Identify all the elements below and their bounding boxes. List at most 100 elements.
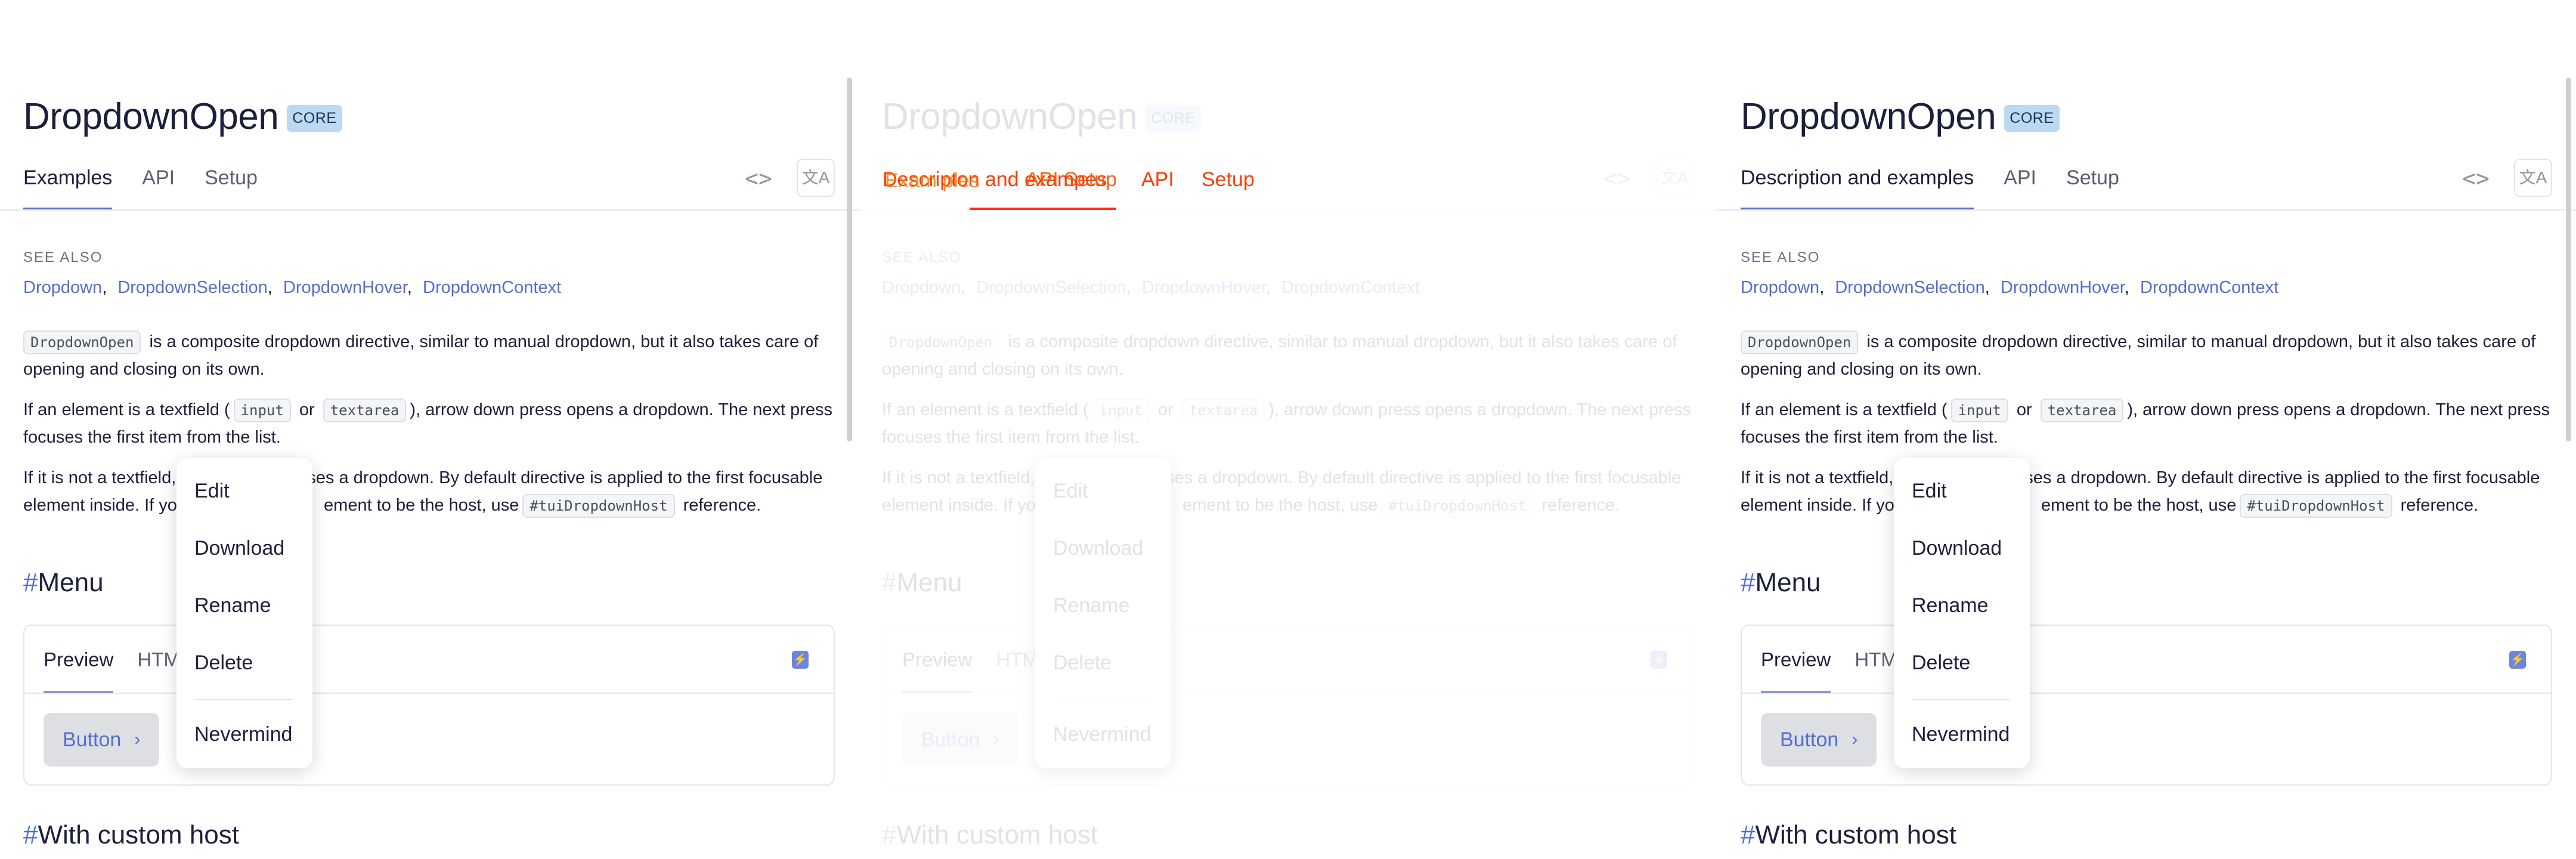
overlay-tab-text: API Setup (1026, 168, 1117, 191)
link-dropdown-context[interactable]: DropdownContext (2140, 278, 2278, 297)
section-heading-menu[interactable]: #Menu (23, 568, 104, 598)
tab-setup[interactable]: Setup (2066, 161, 2119, 210)
menu-item-edit[interactable]: Edit (1053, 480, 1088, 503)
menu-item-nevermind[interactable]: Nevermind (194, 723, 292, 746)
section-heading-custom-host[interactable]: #With custom host (23, 820, 239, 850)
tab-html[interactable]: HTM (137, 626, 179, 694)
dropdown-trigger-button[interactable]: Button › (902, 713, 1018, 767)
link-dropdown[interactable]: Dropdown (882, 278, 961, 297)
code-chip: DropdownOpen (882, 330, 1000, 354)
overlay-tab-text: Exam ples (885, 169, 980, 192)
link-dropdown-context[interactable]: DropdownContext (1281, 278, 1420, 297)
tab-api[interactable]: API (1141, 168, 1174, 191)
link-dropdown[interactable]: Dropdown (23, 278, 102, 297)
code-chip: input (1950, 398, 2008, 422)
panel-left: DropdownOpen CORE Examples API Setup <> … (0, 0, 859, 859)
link-dropdown-context[interactable]: DropdownContext (423, 278, 561, 297)
dropdown-trigger-button[interactable]: Button › (1761, 713, 1877, 767)
see-also-links: Dropdown, DropdownSelection, DropdownHov… (23, 278, 562, 297)
tab-html[interactable]: HTM (1854, 626, 1897, 694)
section-heading-custom-host[interactable]: #With custom host (1741, 820, 1956, 850)
see-also-links: Dropdown, DropdownSelection, DropdownHov… (1741, 278, 2279, 297)
chevron-right-icon: › (1852, 730, 1858, 749)
section-heading-menu[interactable]: #Menu (1741, 568, 1821, 598)
page-header: DropdownOpen CORE (23, 95, 342, 138)
description-paragraph-1: DropdownOpen is a composite dropdown dir… (23, 328, 840, 383)
menu-item-delete[interactable]: Delete (1053, 651, 1111, 675)
link-dropdown-selection[interactable]: DropdownSelection (976, 278, 1126, 297)
link-dropdown-selection[interactable]: DropdownSelection (1835, 278, 1984, 297)
stackblitz-icon[interactable]: ⚡ (2509, 651, 2526, 669)
demo-divider (24, 693, 834, 694)
tab-html[interactable]: HTM (996, 626, 1038, 694)
page-title: DropdownOpen (23, 96, 279, 137)
section-heading-menu[interactable]: #Menu (882, 568, 962, 598)
tab-examples[interactable]: Examples (23, 161, 113, 210)
scrollbar[interactable] (2566, 78, 2571, 441)
demo-card: Preview HTM ⚡ Button › (882, 625, 1693, 786)
panel-middle: DropdownOpen CORE <> 文A SEE ALSO Dropdow… (859, 0, 1717, 859)
section-heading-custom-host[interactable]: #With custom host (882, 820, 1098, 850)
demo-divider (883, 693, 1692, 694)
tab-description-and-examples[interactable]: Description and examples (1741, 161, 1974, 210)
page-header: DropdownOpen CORE (882, 95, 1201, 138)
description-paragraph-2: If an element is a textfield (input or t… (1741, 396, 2558, 451)
translate-icon[interactable]: 文A (2514, 159, 2552, 197)
menu-separator (1053, 699, 1151, 700)
translate-icon[interactable]: 文A (797, 159, 835, 197)
menu-item-nevermind[interactable]: Nevermind (1912, 723, 2010, 746)
description-paragraph-1: DropdownOpen is a composite dropdown dir… (882, 328, 1699, 383)
menu-item-delete[interactable]: Delete (1912, 651, 1970, 675)
dropdown-menu: Edit Download Rename Delete Nevermind (177, 458, 312, 768)
menu-separator (194, 699, 292, 700)
code-chip: #tuiDropdownHost (1381, 494, 1534, 518)
tab-preview[interactable]: Preview (1761, 626, 1831, 694)
dropdown-trigger-button[interactable]: Button › (44, 713, 160, 767)
page-title: DropdownOpen (1741, 96, 1996, 137)
stackblitz-icon[interactable]: ⚡ (1651, 651, 1667, 669)
code-icon[interactable]: <> (2459, 165, 2493, 192)
active-tab-underline (970, 208, 1116, 210)
scrollbar[interactable] (847, 78, 852, 441)
demo-card: Preview HTM t ⚡ Button › (1741, 625, 2552, 786)
see-also-links: Dropdown, DropdownSelection, DropdownHov… (882, 278, 1420, 297)
menu-item-edit[interactable]: Edit (194, 480, 230, 503)
menu-item-rename[interactable]: Rename (1912, 594, 1989, 617)
code-chip: #tuiDropdownHost (2240, 494, 2392, 518)
menu-separator (1912, 699, 2010, 700)
demo-card: Preview HTM t ⚡ Button › (23, 625, 835, 786)
chevron-right-icon: › (134, 730, 141, 749)
see-also-label: SEE ALSO (23, 249, 103, 265)
menu-item-download[interactable]: Download (1053, 537, 1143, 560)
tabs-divider (1717, 209, 2576, 211)
menu-item-download[interactable]: Download (194, 537, 284, 560)
menu-item-delete[interactable]: Delete (194, 651, 253, 675)
link-dropdown[interactable]: Dropdown (1741, 278, 1819, 297)
menu-item-nevermind[interactable]: Nevermind (1053, 723, 1151, 746)
link-dropdown-hover[interactable]: DropdownHover (283, 278, 407, 297)
tab-preview[interactable]: Preview (902, 626, 973, 694)
tabs-divider (0, 209, 859, 211)
tab-setup[interactable]: Setup (205, 161, 258, 210)
link-dropdown-selection[interactable]: DropdownSelection (117, 278, 267, 297)
tab-api[interactable]: API (142, 161, 175, 210)
link-dropdown-hover[interactable]: DropdownHover (1142, 278, 1266, 297)
tab-preview[interactable]: Preview (44, 626, 114, 694)
code-chip: input (1092, 398, 1150, 422)
see-also-label: SEE ALSO (882, 249, 962, 265)
code-icon[interactable]: <> (742, 165, 775, 192)
chevron-right-icon: › (993, 730, 999, 749)
menu-item-rename[interactable]: Rename (194, 594, 271, 617)
menu-item-download[interactable]: Download (1912, 537, 2002, 560)
tab-setup[interactable]: Setup (1202, 168, 1255, 191)
tab-api[interactable]: API (2004, 161, 2036, 210)
menu-item-rename[interactable]: Rename (1053, 594, 1130, 617)
code-chip: input (233, 398, 291, 422)
code-chip: DropdownOpen (23, 330, 141, 354)
doc-tabs: Description and examples API Setup (1741, 161, 2149, 210)
link-dropdown-hover[interactable]: DropdownHover (2001, 278, 2125, 297)
menu-item-edit[interactable]: Edit (1912, 480, 1947, 503)
demo-divider (1742, 693, 2551, 694)
doc-tabs: Examples API Setup (23, 161, 287, 210)
stackblitz-icon[interactable]: ⚡ (792, 651, 809, 669)
